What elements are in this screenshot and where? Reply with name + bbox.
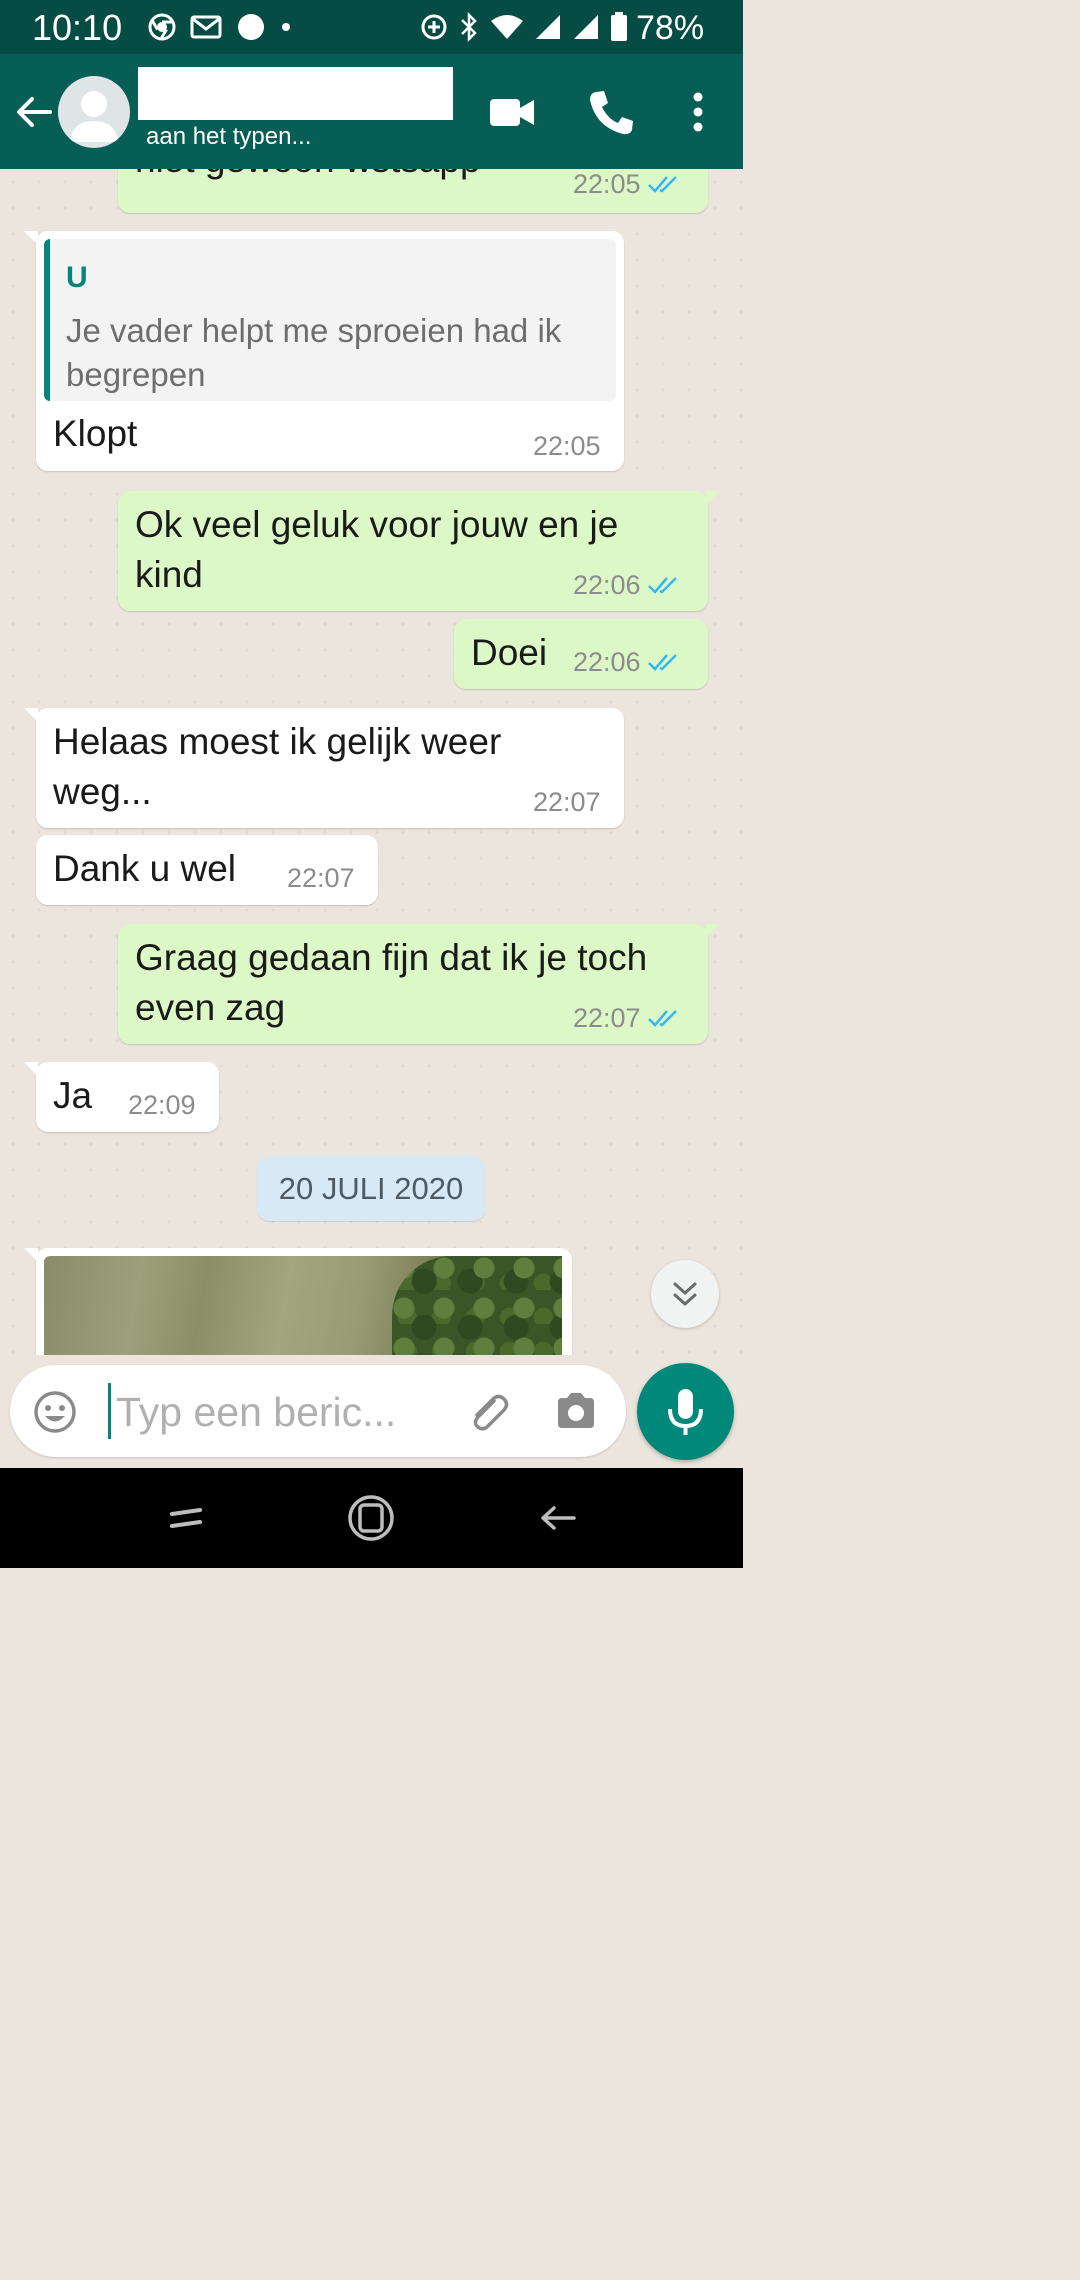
message-incoming[interactable]: Helaas moest ik gelijk weer weg... 22:07 <box>24 708 624 828</box>
home-icon[interactable] <box>343 1490 399 1546</box>
wifi-icon <box>491 15 523 39</box>
quote-accent-bar <box>44 239 50 401</box>
system-navigation-bar <box>0 1468 743 1568</box>
back-icon[interactable] <box>530 1490 586 1546</box>
message-incoming[interactable]: U Je vader helpt me sproeien had ik begr… <box>24 231 624 471</box>
message-text: Helaas moest ik gelijk weer weg... <box>53 721 502 812</box>
chat-area[interactable]: niet gewoon wstsapp 22:05 U Je vader hel… <box>0 169 743 1355</box>
message-incoming[interactable]: Ja 22:09 <box>24 1062 219 1132</box>
recents-icon[interactable] <box>158 1490 214 1546</box>
message-outgoing[interactable]: Ok veel geluk voor jouw en je kind 22:06 <box>118 491 720 611</box>
microphone-icon <box>668 1389 703 1435</box>
message-meta: 22:09 <box>128 1090 196 1120</box>
signal-icon <box>536 15 560 39</box>
message-outgoing[interactable]: Doei 22:06 <box>454 619 708 689</box>
status-time: 10:10 <box>32 7 123 48</box>
message-meta: 22:05 <box>533 431 601 461</box>
camera-icon[interactable] <box>552 1387 600 1435</box>
message-text: niet gewoon wstsapp <box>135 169 481 185</box>
message-time: 22:06 <box>573 647 641 677</box>
scroll-to-bottom-button[interactable] <box>651 1260 719 1328</box>
message-meta: 22:07 <box>287 863 355 893</box>
notification-icons <box>148 10 292 44</box>
message-text: Dank u wel <box>53 848 237 889</box>
voice-message-button[interactable] <box>637 1363 734 1460</box>
quote-text: Je vader helpt me sproeien had ik begrep… <box>66 312 562 393</box>
photo-thumbnail[interactable] <box>44 1256 562 1355</box>
message-outgoing[interactable]: niet gewoon wstsapp 22:05 <box>118 169 708 213</box>
signal-icon-2 <box>574 15 598 39</box>
message-incoming[interactable]: Dank u wel 22:07 <box>36 835 378 905</box>
message-time: 22:05 <box>573 169 641 199</box>
contact-status: aan het typen... <box>146 123 312 150</box>
system-icons <box>420 10 628 44</box>
composer <box>0 1355 743 1468</box>
double-check-icon <box>647 1010 677 1027</box>
double-check-icon <box>647 176 677 193</box>
double-check-icon <box>647 577 677 594</box>
emoji-icon[interactable] <box>32 1389 78 1435</box>
battery-percentage: 78% <box>636 9 705 47</box>
message-time: 22:07 <box>287 863 355 893</box>
circle-notification-icon <box>238 14 264 40</box>
person-icon <box>70 91 118 142</box>
paperclip-icon[interactable] <box>464 1387 512 1435</box>
chat-header: aan het typen... <box>0 54 743 169</box>
status-bar: 10:10 78% <box>0 0 743 54</box>
bluetooth-icon <box>461 12 477 42</box>
message-outgoing[interactable]: Graag gedaan fijn dat ik je toch even za… <box>118 924 720 1044</box>
message-text: Klopt <box>53 413 138 454</box>
message-meta: 22:06 <box>573 647 681 677</box>
double-chevron-down-icon <box>673 1282 697 1306</box>
double-check-icon <box>647 654 677 671</box>
back-arrow-icon[interactable] <box>12 90 56 134</box>
message-text: Doei <box>471 632 548 673</box>
message-meta: 22:05 <box>573 169 681 199</box>
voice-call-icon[interactable] <box>583 84 639 140</box>
message-meta: 22:06 <box>573 570 681 600</box>
message-input[interactable] <box>114 1381 438 1443</box>
data-saver-icon <box>421 14 447 40</box>
message-time: 22:07 <box>573 1003 641 1033</box>
message-input-container[interactable] <box>10 1365 626 1457</box>
message-time: 22:06 <box>573 570 641 600</box>
dot-icon <box>282 23 290 31</box>
chrome-icon <box>148 13 176 41</box>
photo-hedge-area <box>392 1256 562 1355</box>
quoted-message[interactable]: U Je vader helpt me sproeien had ik begr… <box>44 239 616 401</box>
battery-icon <box>611 12 627 41</box>
more-options-icon[interactable] <box>670 84 726 140</box>
message-time: 22:05 <box>533 431 601 461</box>
message-meta: 22:07 <box>533 787 601 817</box>
text-cursor <box>108 1383 111 1439</box>
date-divider: 20 JULI 2020 <box>257 1156 485 1221</box>
message-incoming-photo[interactable] <box>24 1248 572 1355</box>
video-call-icon[interactable] <box>484 84 540 140</box>
gmail-icon <box>190 15 222 39</box>
message-text: Ja <box>53 1075 93 1116</box>
message-time: 22:09 <box>128 1090 196 1120</box>
contact-name[interactable] <box>138 67 453 120</box>
message-meta: 22:07 <box>573 1003 681 1033</box>
contact-avatar[interactable] <box>58 76 130 148</box>
message-time: 22:07 <box>533 787 601 817</box>
quote-author: U <box>66 261 88 294</box>
